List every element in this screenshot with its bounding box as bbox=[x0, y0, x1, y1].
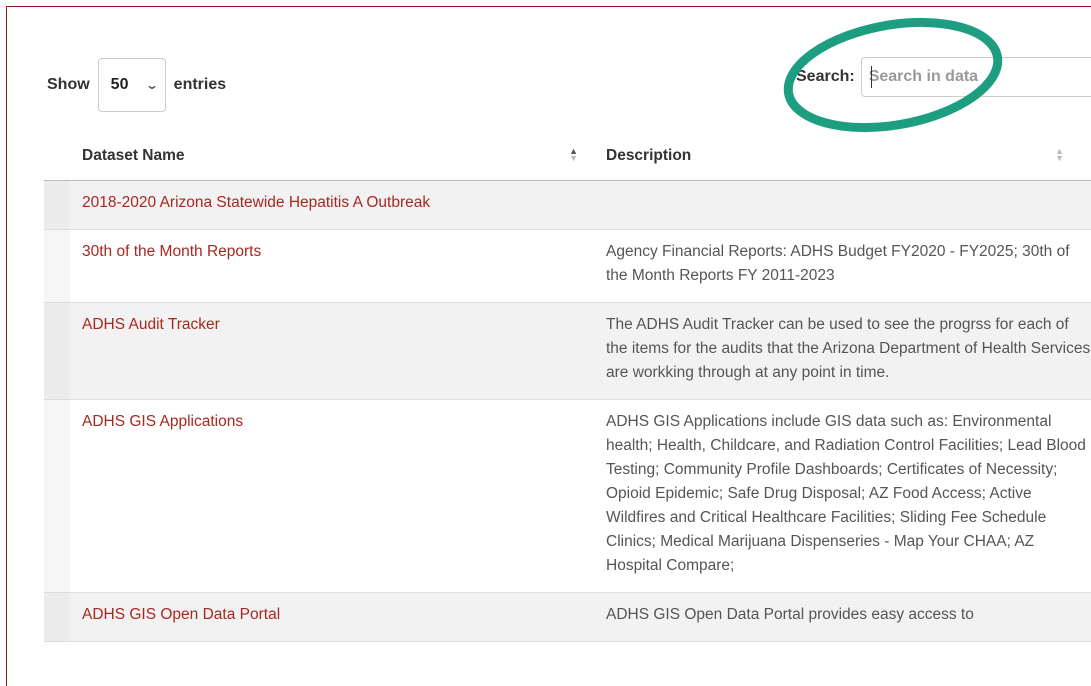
search-input[interactable] bbox=[860, 57, 1091, 97]
row-gutter bbox=[44, 302, 70, 400]
table-row: 30th of the Month Reports Agency Financi… bbox=[44, 229, 1091, 303]
dataset-link[interactable]: ADHS GIS Open Data Portal bbox=[82, 606, 280, 623]
table-row: 2018-2020 Arizona Statewide Hepatitis A … bbox=[44, 180, 1091, 230]
dataset-link[interactable]: ADHS GIS Applications bbox=[82, 413, 243, 430]
entries-length-control: Show 50 ⌄ entries bbox=[47, 58, 226, 112]
dataset-name-cell: 2018-2020 Arizona Statewide Hepatitis A … bbox=[70, 180, 594, 230]
row-gutter bbox=[44, 592, 70, 642]
table-row: ADHS GIS Applications ADHS GIS Applicati… bbox=[44, 399, 1091, 593]
table-row: ADHS Audit Tracker The ADHS Audit Tracke… bbox=[44, 302, 1091, 400]
search-label: Search: bbox=[796, 68, 855, 85]
description-cell: ADHS GIS Open Data Portal provides easy … bbox=[594, 592, 1091, 642]
datasets-table: Dataset Name ▲ ▼ Description ▲ ▼ 2018-2020… bbox=[44, 132, 1091, 642]
column-header-label: Dataset Name bbox=[82, 147, 185, 164]
dataset-name-cell: ADHS GIS Open Data Portal bbox=[70, 592, 594, 642]
row-gutter bbox=[44, 399, 70, 593]
description-cell bbox=[594, 180, 1091, 230]
chevron-down-icon: ⌄ bbox=[144, 78, 159, 92]
dataset-link[interactable]: 30th of the Month Reports bbox=[82, 243, 261, 260]
dataset-name-cell: ADHS Audit Tracker bbox=[70, 302, 594, 400]
text-cursor bbox=[871, 66, 872, 88]
entries-label: entries bbox=[173, 76, 227, 93]
column-header-dataset-name[interactable]: Dataset Name ▲ ▼ bbox=[70, 132, 594, 181]
row-gutter bbox=[44, 229, 70, 303]
dataset-name-cell: 30th of the Month Reports bbox=[70, 230, 594, 303]
row-gutter bbox=[44, 180, 70, 230]
sort-icon: ▲ ▼ bbox=[1055, 146, 1064, 163]
column-header-label: Description bbox=[606, 147, 692, 164]
dataset-name-cell: ADHS GIS Applications bbox=[70, 400, 594, 593]
entries-select-value: 50 bbox=[110, 76, 129, 93]
entries-select[interactable]: 50 ⌄ bbox=[97, 58, 166, 112]
description-cell: Agency Financial Reports: ADHS Budget FY… bbox=[606, 243, 1070, 284]
show-label: Show bbox=[47, 76, 90, 93]
column-header-description[interactable]: Description ▲ ▼ bbox=[594, 132, 1091, 181]
table-row: ADHS GIS Open Data Portal ADHS GIS Open … bbox=[44, 592, 1091, 642]
description-cell: The ADHS Audit Tracker can be used to se… bbox=[594, 302, 1091, 400]
dataset-link[interactable]: ADHS Audit Tracker bbox=[82, 316, 220, 333]
sort-ascending-icon: ▲ ▼ bbox=[569, 146, 578, 163]
search-control: Search: bbox=[796, 57, 1091, 97]
header-gutter bbox=[44, 132, 70, 181]
description-cell: ADHS GIS Applications include GIS data s… bbox=[606, 413, 1086, 574]
dataset-link[interactable]: 2018-2020 Arizona Statewide Hepatitis A … bbox=[82, 194, 430, 211]
table-header-row: Dataset Name ▲ ▼ Description ▲ ▼ bbox=[44, 132, 1091, 181]
